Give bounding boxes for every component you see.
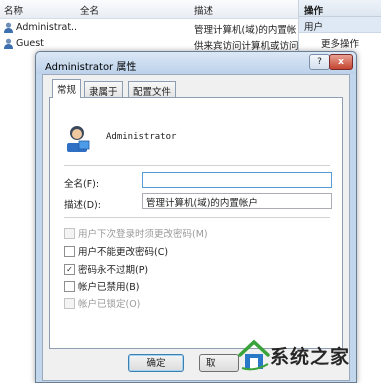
checkbox-label: 用户下次登录时须更改密码(M) — [78, 229, 208, 240]
description-field[interactable]: 管理计算机(域)的内置帐户 — [142, 193, 332, 209]
checkbox-account-disabled[interactable]: 帐户已禁用(B) — [64, 279, 140, 293]
tab-general[interactable]: 常规 — [52, 79, 82, 98]
checkbox-box[interactable] — [64, 228, 75, 239]
user-icon — [4, 38, 13, 49]
list-row[interactable]: Administrat... 管理计算机(域)的内置帐 — [0, 20, 298, 36]
cancel-button[interactable]: 取 — [199, 354, 239, 372]
actions-section-users[interactable]: 用户 — [299, 17, 381, 33]
checkbox-label: 帐户已禁用(B) — [78, 282, 140, 293]
list-row[interactable]: Guest 供来宾访问计算机或访问 — [0, 36, 298, 52]
tab-profile[interactable]: 配置文件 — [128, 81, 177, 98]
checkbox-account-locked[interactable]: 帐户已锁定(O) — [64, 296, 141, 310]
row-description: 管理计算机(域)的内置帐 — [194, 25, 297, 36]
help-button[interactable]: ? — [309, 54, 330, 70]
checkbox-box[interactable] — [64, 246, 75, 257]
divider — [64, 165, 330, 166]
checkmark-icon[interactable]: ✓ — [64, 264, 75, 275]
actions-header: 操作 — [299, 0, 381, 17]
checkbox-box[interactable] — [64, 281, 75, 292]
row-name: Administrat... — [16, 22, 76, 33]
close-button[interactable]: x — [329, 54, 353, 70]
checkbox-label: 帐户已锁定(O) — [78, 299, 141, 310]
description-label: 描述(D): — [64, 200, 101, 211]
fullname-label: 全名(F): — [64, 179, 100, 190]
column-description-header[interactable]: 描述 — [194, 3, 213, 17]
ok-button[interactable]: 确定 — [128, 354, 184, 372]
checkbox-password-never-expires[interactable]: ✓ 密码永不过期(P) — [64, 262, 149, 276]
checkbox-label: 密码永不过期(P) — [78, 265, 149, 276]
house-logo-icon — [238, 339, 270, 371]
account-name: Administrator — [106, 132, 177, 142]
checkbox-label: 用户不能更改密码(C) — [78, 247, 169, 258]
fullname-field[interactable] — [142, 172, 332, 188]
checkbox-box[interactable] — [64, 298, 75, 309]
dialog-title: Administrator 属性 — [45, 62, 137, 73]
user-icon — [4, 22, 13, 33]
user-account-icon — [67, 126, 90, 152]
list-header: 名称 全名 描述 — [0, 0, 298, 19]
checkbox-must-change-password[interactable]: 用户下次登录时须更改密码(M) — [64, 226, 208, 240]
watermark-text: 系统之家 — [270, 346, 351, 368]
watermark-logo: 系统之家 — [236, 333, 381, 381]
row-name: Guest — [16, 38, 44, 49]
tab-member-of[interactable]: 隶属于 — [84, 81, 123, 98]
checkbox-cannot-change-password[interactable]: 用户不能更改密码(C) — [64, 244, 169, 258]
more-actions-link[interactable]: 更多操作 — [299, 33, 381, 50]
row-description: 供来宾访问计算机或访问 — [194, 41, 298, 52]
dialog-titlebar[interactable]: Administrator 属性 ? x — [36, 52, 356, 74]
divider — [64, 217, 330, 218]
column-name-header[interactable]: 名称 — [4, 3, 23, 17]
general-panel: Administrator 全名(F): 描述(D): 管理计算机(域)的内置帐… — [49, 97, 343, 349]
column-fullname-header[interactable]: 全名 — [80, 3, 99, 17]
